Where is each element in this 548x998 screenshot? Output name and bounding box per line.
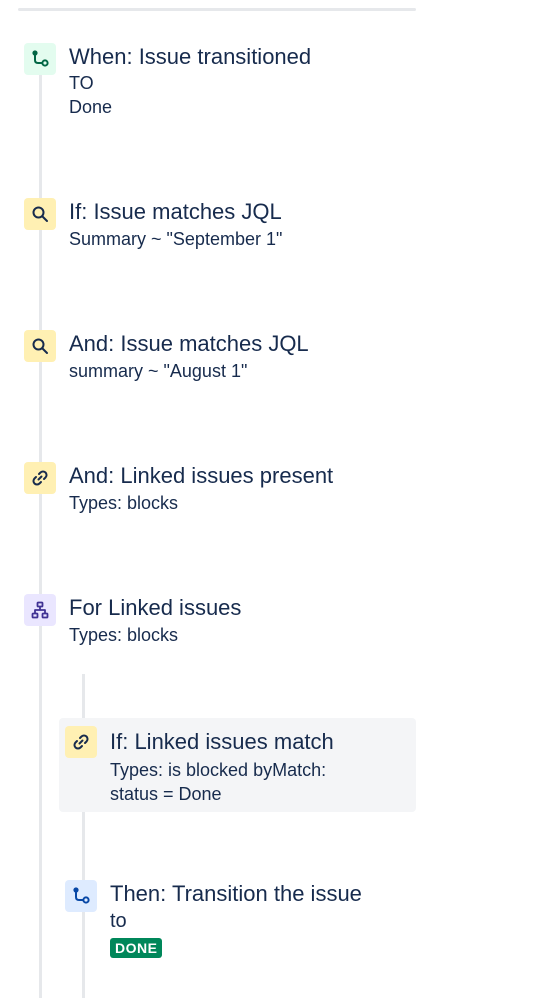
nested-condition-title: If: Linked issues match <box>110 729 334 754</box>
trigger-component[interactable]: When: Issue transitioned TO Done <box>24 43 416 133</box>
condition-jql-1[interactable]: If: Issue matches JQL Summary ~ "Septemb… <box>24 198 416 260</box>
automation-rule-canvas: When: Issue transitioned TO Done If: Iss… <box>0 0 548 998</box>
action-title: Then: Transition the issue <box>110 881 362 906</box>
trigger-detail-to: TO <box>69 73 94 93</box>
condition-detail: Summary ~ "September 1" <box>69 229 283 249</box>
link-icon <box>24 462 56 494</box>
search-icon <box>24 330 56 362</box>
transition-icon <box>65 880 97 912</box>
branch-detail: Types: blocks <box>69 625 179 645</box>
trigger-title: When: Issue transitioned <box>69 44 312 69</box>
condition-detail: Types: blocks <box>69 493 179 513</box>
search-icon <box>24 198 56 230</box>
branch-title: For Linked issues <box>69 595 242 620</box>
action-detail-to: to <box>110 910 127 932</box>
nested-condition-match: status = Done <box>110 784 222 804</box>
condition-title: And: Issue matches JQL <box>69 331 309 356</box>
branch-linked-issues[interactable]: For Linked issues Types: blocks <box>24 594 416 656</box>
top-divider <box>18 8 416 11</box>
status-lozenge-done: DONE <box>110 938 163 958</box>
link-icon <box>65 726 97 758</box>
transition-icon <box>24 43 56 75</box>
condition-linked-issues-present[interactable]: And: Linked issues present Types: blocks <box>24 462 416 524</box>
condition-detail: summary ~ "August 1" <box>69 361 248 381</box>
condition-jql-2[interactable]: And: Issue matches JQL summary ~ "August… <box>24 330 416 392</box>
condition-title: If: Issue matches JQL <box>69 199 282 224</box>
condition-title: And: Linked issues present <box>69 463 334 488</box>
nested-condition-linked-issues-match[interactable]: If: Linked issues match Types: is blocke… <box>59 718 416 812</box>
nested-condition-types: Types: is blocked byMatch: <box>110 760 327 780</box>
branch-hierarchy-icon <box>24 594 56 626</box>
nested-action-transition[interactable]: Then: Transition the issue to DONE <box>59 878 416 968</box>
trigger-detail-status: Done <box>69 97 113 117</box>
